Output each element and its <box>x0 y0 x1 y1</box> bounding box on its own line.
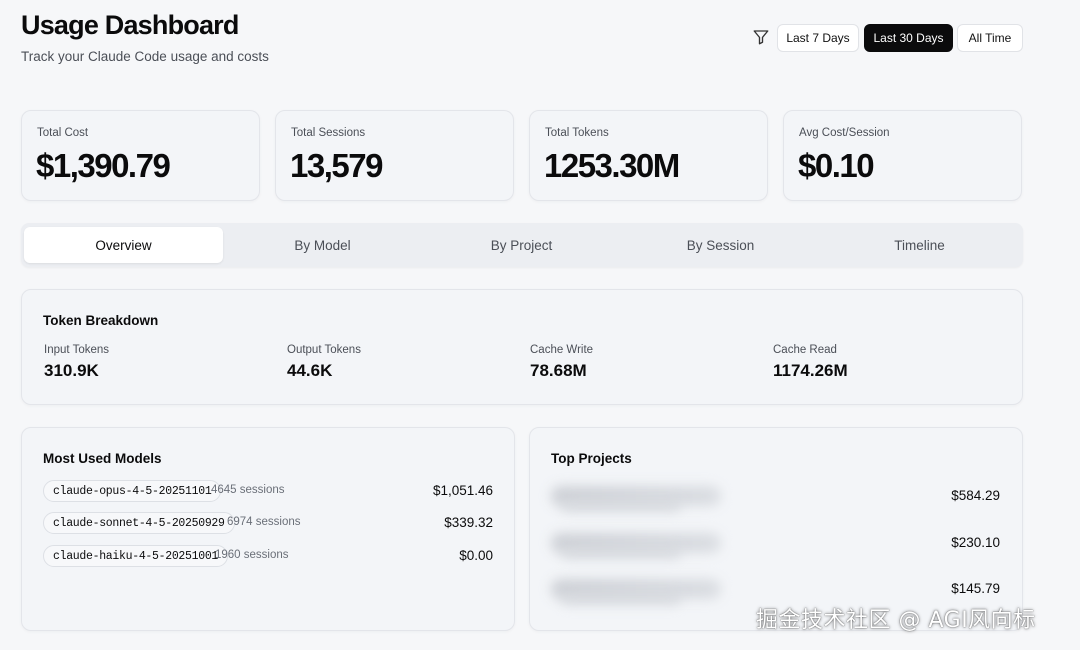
stat-card-total-sessions: Total Sessions 13,579 <box>275 110 514 201</box>
output-tokens-value: 44.6K <box>287 361 333 380</box>
model-session-count: 6974 sessions <box>227 516 301 528</box>
stat-label: Avg Cost/Session <box>799 127 890 139</box>
list-item: $230.10 <box>551 533 1000 559</box>
filter-icon[interactable] <box>752 28 770 46</box>
model-session-count: 4645 sessions <box>211 484 285 496</box>
tab-overview[interactable]: Overview <box>24 227 223 263</box>
range-last-7-days-button[interactable]: Last 7 Days <box>777 24 859 52</box>
most-used-models-panel: Most Used Models claude-opus-4-5-2025110… <box>21 427 515 631</box>
stat-card-avg-cost-session: Avg Cost/Session $0.10 <box>783 110 1022 201</box>
usage-dashboard-page: Usage Dashboard Track your Claude Code u… <box>0 0 1080 650</box>
token-breakdown-title: Token Breakdown <box>43 313 159 328</box>
stat-value: 1253.30M <box>544 147 680 184</box>
model-name-badge: claude-haiku-4-5-20251001 <box>43 545 229 567</box>
stat-label: Total Sessions <box>291 127 366 139</box>
model-session-count: 1960 sessions <box>215 549 289 561</box>
input-tokens-value: 310.9K <box>44 361 99 380</box>
stat-card-total-cost: Total Cost $1,390.79 <box>21 110 260 201</box>
list-item: $584.29 <box>551 486 1000 512</box>
cache-write-value: 78.68M <box>530 361 587 380</box>
stat-value: 13,579 <box>290 147 383 184</box>
model-cost: $1,051.46 <box>432 483 493 498</box>
list-item: $145.79 <box>551 579 1000 605</box>
cache-read-value: 1174.26M <box>773 361 848 380</box>
stat-value: $1,390.79 <box>36 147 171 184</box>
stat-value: $0.10 <box>798 147 875 184</box>
model-cost: $0.00 <box>459 548 493 563</box>
project-cost: $230.10 <box>951 535 1000 550</box>
model-name-badge: claude-sonnet-4-5-20250929 <box>43 512 235 534</box>
most-used-models-title: Most Used Models <box>43 451 162 466</box>
range-last-30-days-button[interactable]: Last 30 Days <box>864 24 953 52</box>
tab-by-project[interactable]: By Project <box>422 227 621 263</box>
output-tokens-label: Output Tokens <box>287 344 361 356</box>
top-projects-panel: Top Projects $584.29 $230.10 $145.79 <box>529 427 1023 631</box>
stat-label: Total Tokens <box>545 127 609 139</box>
range-all-time-button[interactable]: All Time <box>957 24 1023 52</box>
cache-write-label: Cache Write <box>530 344 594 356</box>
tab-by-session[interactable]: By Session <box>621 227 820 263</box>
tab-by-model[interactable]: By Model <box>223 227 422 263</box>
input-tokens-label: Input Tokens <box>44 344 110 356</box>
view-tabs: Overview By Model By Project By Session … <box>21 223 1023 267</box>
redacted-project-path <box>561 547 681 559</box>
list-item: claude-haiku-4-5-20251001 1960 sessions … <box>43 545 493 567</box>
list-item: claude-sonnet-4-5-20250929 6974 sessions… <box>43 512 493 534</box>
stat-card-total-tokens: Total Tokens 1253.30M <box>529 110 768 201</box>
list-item: claude-opus-4-5-20251101 4645 sessions $… <box>43 480 493 502</box>
top-projects-title: Top Projects <box>551 451 632 466</box>
project-cost: $145.79 <box>951 581 1000 596</box>
redacted-project-path <box>561 500 681 512</box>
redacted-project-path <box>561 593 681 605</box>
project-cost: $584.29 <box>951 488 1000 503</box>
page-subtitle: Track your Claude Code usage and costs <box>21 49 269 64</box>
cache-read-label: Cache Read <box>773 344 837 356</box>
model-cost: $339.32 <box>444 515 493 530</box>
token-breakdown-panel: Token Breakdown Input Tokens 310.9K Outp… <box>21 289 1023 405</box>
model-name-badge: claude-opus-4-5-20251101 <box>43 480 222 502</box>
watermark: 掘金技术社区 @ AGI风向标 <box>756 608 1036 633</box>
tab-timeline[interactable]: Timeline <box>820 227 1019 263</box>
page-title: Usage Dashboard <box>21 10 239 40</box>
stat-label: Total Cost <box>37 127 89 139</box>
